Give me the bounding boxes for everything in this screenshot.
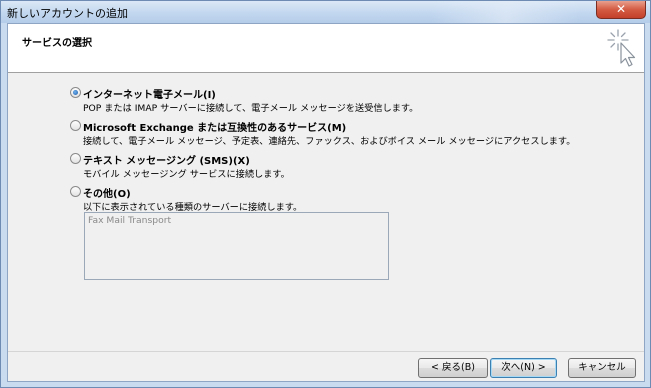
footer-divider — [8, 351, 644, 352]
dialog-client-area: サービスの選択 インターネット電子メール(I) POP または IMAP サーバ… — [7, 23, 645, 382]
option-description: POP または IMAP サーバーに接続して、電子メール メッセージを送受信しま… — [83, 103, 419, 114]
title-bar[interactable]: 新しいアカウントの追加 ✕ — [1, 1, 650, 23]
title-bar-reflection — [431, 1, 581, 23]
close-icon: ✕ — [615, 2, 627, 16]
option-description: モバイル メッセージング サービスに接続します。 — [83, 169, 290, 180]
option-label: Microsoft Exchange または互換性のあるサービス(M) — [83, 123, 347, 134]
window-title: 新しいアカウントの追加 — [7, 7, 128, 20]
other-server-type-list[interactable]: Fax Mail Transport — [84, 212, 389, 280]
option-description: 接続して、電子メール メッセージ、予定表、連絡先、ファックス、およびボイス メー… — [83, 136, 576, 147]
list-item[interactable]: Fax Mail Transport — [88, 215, 171, 226]
dialog-window: 新しいアカウントの追加 ✕ サービスの選択 インターネット電子メール(I) PO… — [0, 0, 651, 388]
radio-exchange[interactable] — [70, 120, 81, 131]
wizard-header: サービスの選択 — [8, 24, 644, 73]
option-label: テキスト メッセージング (SMS)(X) — [83, 156, 250, 167]
next-button[interactable]: 次へ(N) > — [490, 358, 557, 378]
back-button[interactable]: < 戻る(B) — [418, 358, 488, 378]
radio-other[interactable] — [70, 186, 81, 197]
cursor-sparkle-icon — [607, 29, 636, 67]
close-button[interactable]: ✕ — [596, 1, 646, 19]
cancel-button[interactable]: キャンセル — [568, 358, 636, 378]
option-label: インターネット電子メール(I) — [83, 90, 216, 101]
radio-sms[interactable] — [70, 153, 81, 164]
page-title: サービスの選択 — [22, 38, 92, 49]
option-description: 以下に表示されている種類のサーバーに接続します。 — [83, 202, 303, 213]
option-label: その他(O) — [83, 189, 131, 200]
radio-internet-email[interactable] — [70, 87, 81, 98]
